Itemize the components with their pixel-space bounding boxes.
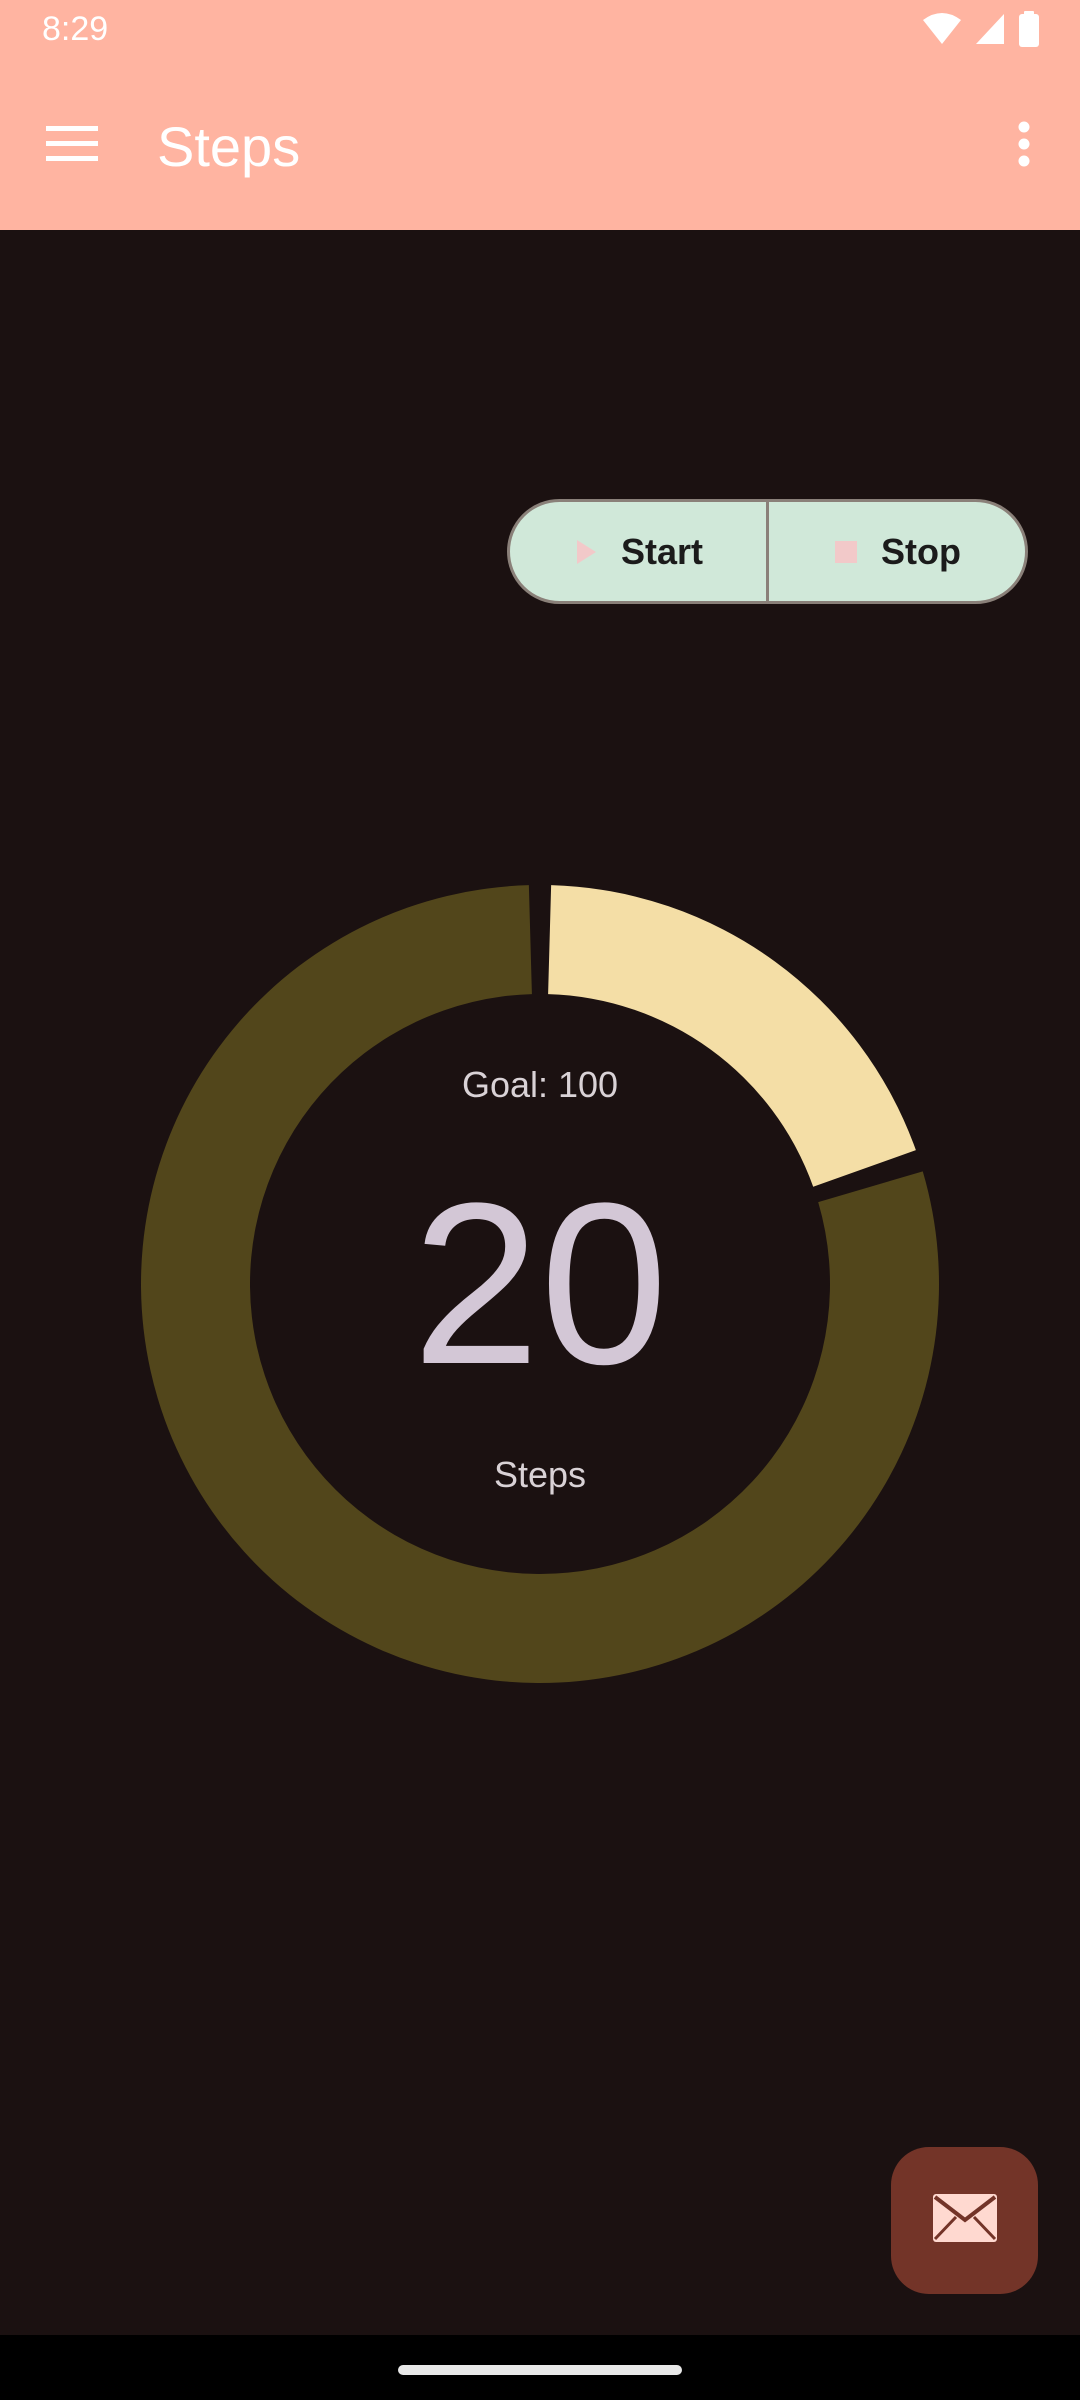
stop-button[interactable]: Stop bbox=[766, 502, 1025, 601]
app-bar: Steps bbox=[0, 60, 1080, 230]
cellular-signal-icon bbox=[974, 12, 1006, 51]
status-time: 8:29 bbox=[42, 10, 109, 48]
mail-icon bbox=[932, 2193, 998, 2248]
page-title: Steps bbox=[157, 115, 301, 178]
menu-button[interactable] bbox=[28, 102, 116, 190]
system-navigation-bar bbox=[0, 2335, 1080, 2400]
status-icons bbox=[922, 10, 1040, 52]
stop-button-label: Stop bbox=[881, 530, 961, 572]
status-bar: 8:29 bbox=[0, 0, 1080, 60]
step-count: 20 bbox=[412, 1155, 668, 1412]
send-mail-fab[interactable] bbox=[891, 2147, 1038, 2294]
stop-icon bbox=[833, 539, 859, 565]
start-button-label: Start bbox=[620, 530, 704, 572]
start-stop-segmented-control: Start Stop bbox=[507, 499, 1028, 604]
goal-label: Goal: 100 bbox=[461, 1064, 619, 1105]
play-icon bbox=[573, 539, 599, 565]
start-button[interactable]: Start bbox=[510, 502, 766, 601]
steps-unit-label: Steps bbox=[493, 1454, 587, 1495]
wifi-icon bbox=[922, 12, 962, 51]
more-vert-icon bbox=[1017, 121, 1031, 172]
battery-icon bbox=[1018, 10, 1040, 52]
overflow-menu-button[interactable] bbox=[984, 102, 1064, 190]
steps-screen: 8:29 Steps Start Stop Goal: 100 20 Steps bbox=[0, 0, 1080, 2400]
home-gesture-handle[interactable] bbox=[398, 2365, 682, 2375]
step-progress-ring: Goal: 100 20 Steps bbox=[140, 884, 940, 1684]
progress-ring-fill bbox=[548, 885, 916, 1187]
hamburger-menu-icon bbox=[46, 124, 98, 169]
